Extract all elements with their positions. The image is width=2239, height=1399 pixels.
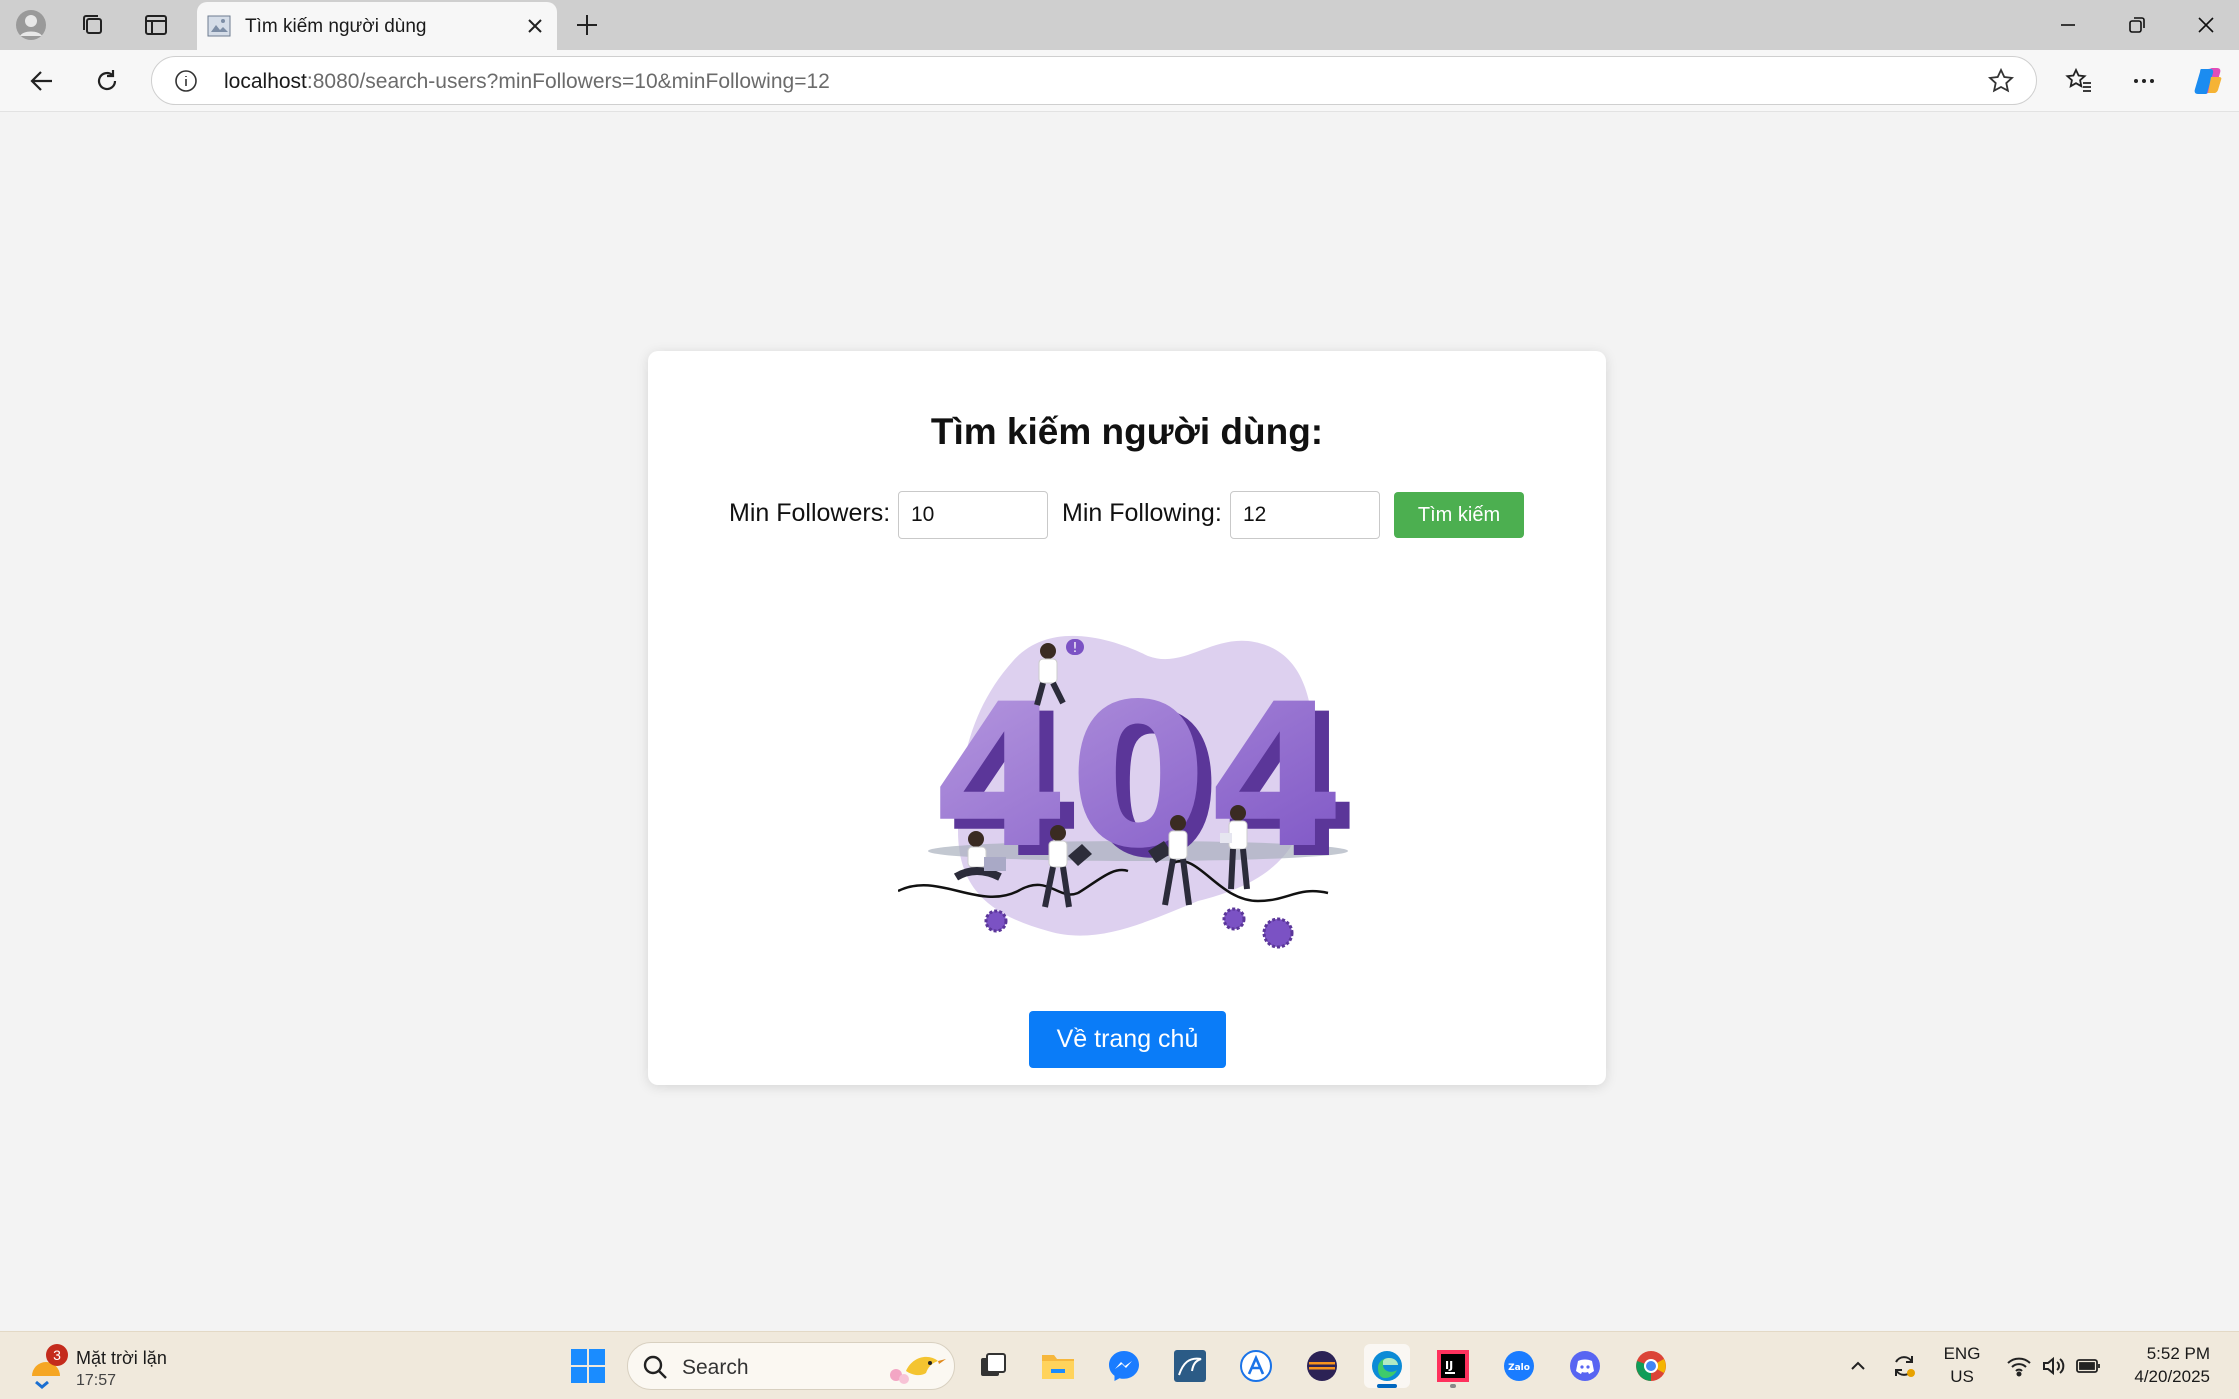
home-button[interactable]: Về trang chủ — [1029, 1011, 1226, 1068]
gear-icon — [984, 909, 1008, 933]
browser-toolbar: localhost:8080/search-users?minFollowers… — [0, 50, 2239, 112]
favorite-star-icon[interactable] — [1987, 67, 2015, 94]
file-explorer-icon[interactable] — [1035, 1344, 1081, 1388]
running-indicator — [1450, 1384, 1456, 1388]
svg-text:IJ: IJ — [1445, 1359, 1453, 1372]
search-icon — [642, 1354, 668, 1380]
taskbar-search[interactable]: Search — [627, 1342, 955, 1390]
search-placeholder: Search — [682, 1356, 749, 1379]
battery-icon[interactable] — [2074, 1346, 2104, 1386]
profile-icon[interactable] — [14, 8, 48, 42]
vertical-tabs-icon[interactable] — [139, 8, 173, 42]
notification-badge: 3 — [46, 1344, 68, 1366]
close-tab-icon[interactable] — [523, 14, 547, 38]
address-bar[interactable]: localhost:8080/search-users?minFollowers… — [151, 56, 2037, 105]
min-followers-input[interactable] — [898, 491, 1048, 539]
windows-start-icon[interactable] — [570, 1348, 606, 1384]
active-indicator — [1377, 1384, 1397, 1388]
clock-date: 4/20/2025 — [2134, 1367, 2210, 1386]
svg-text:!: ! — [1072, 641, 1077, 656]
weather-title: Mặt trời lặn — [76, 1348, 167, 1368]
url-text: localhost:8080/search-users?minFollowers… — [224, 70, 830, 93]
wifi-icon[interactable] — [2004, 1346, 2034, 1386]
min-followers-label: Min Followers: — [729, 499, 891, 527]
reload-icon[interactable] — [89, 63, 125, 99]
system-clock[interactable]: 5:52 PM 4/20/2025 — [2118, 1342, 2210, 1388]
search-card: Tìm kiếm người dùng: Min Followers: Min … — [648, 351, 1606, 1085]
input-language[interactable]: ENG US — [1940, 1342, 1984, 1388]
weather-widget[interactable]: 3 Mặt trời lặn 17:57 — [26, 1344, 226, 1390]
back-icon[interactable] — [24, 63, 60, 99]
gear-icon — [1262, 917, 1294, 949]
weather-time: 17:57 — [76, 1372, 117, 1389]
svg-text:Zalo: Zalo — [1508, 1363, 1530, 1373]
sync-icon[interactable] — [1888, 1346, 1920, 1386]
not-found-illustration: 404 404 ! — [898, 635, 1356, 949]
tab-title: Tìm kiếm người dùng — [245, 16, 427, 37]
language-code: ENG — [1943, 1344, 1981, 1363]
discord-icon[interactable] — [1562, 1344, 1608, 1388]
search-button[interactable]: Tìm kiếm — [1394, 492, 1524, 538]
clock-time: 5:52 PM — [2146, 1344, 2210, 1363]
more-options-icon[interactable] — [2126, 63, 2162, 99]
app-a-icon[interactable] — [1233, 1344, 1279, 1388]
restore-icon[interactable] — [2107, 4, 2167, 46]
site-info-icon[interactable] — [174, 69, 198, 93]
page-title: Tìm kiếm người dùng: — [930, 411, 1324, 452]
zalo-icon[interactable]: Zalo — [1496, 1344, 1542, 1388]
page-favicon-icon — [207, 14, 231, 38]
bird-highlight-icon — [882, 1345, 948, 1389]
task-view-icon[interactable] — [970, 1344, 1016, 1388]
favorites-icon[interactable] — [2061, 63, 2097, 99]
show-hidden-icons-chevron-up-icon[interactable] — [1846, 1346, 1870, 1386]
intellij-icon[interactable]: IJ — [1430, 1344, 1476, 1388]
page-viewport: Tìm kiếm người dùng: Min Followers: Min … — [6, 113, 2233, 1326]
browser-tab[interactable]: Tìm kiếm người dùng — [197, 2, 557, 50]
workspaces-icon[interactable] — [76, 8, 110, 42]
copilot-icon[interactable] — [2191, 63, 2227, 99]
gear-icon — [1222, 907, 1246, 931]
browser-tab-bar: Tìm kiếm người dùng — [0, 0, 2239, 50]
min-following-input[interactable] — [1230, 491, 1380, 539]
minimize-icon[interactable] — [2038, 4, 2098, 46]
close-window-icon[interactable] — [2176, 4, 2236, 46]
mysql-workbench-icon[interactable] — [1167, 1344, 1213, 1388]
edge-icon[interactable] — [1364, 1344, 1410, 1388]
search-form: Min Followers: Min Following: Tìm kiếm — [648, 491, 1606, 541]
volume-icon[interactable] — [2038, 1346, 2068, 1386]
eclipse-icon[interactable] — [1299, 1344, 1345, 1388]
new-tab-icon[interactable] — [570, 8, 604, 42]
min-following-label: Min Following: — [1062, 499, 1222, 527]
chrome-icon[interactable] — [1628, 1344, 1674, 1388]
region-code: US — [1950, 1367, 1974, 1386]
messenger-icon[interactable] — [1101, 1344, 1147, 1388]
windows-taskbar: 3 Mặt trời lặn 17:57 Search IJ Zalo ENG … — [0, 1331, 2239, 1399]
